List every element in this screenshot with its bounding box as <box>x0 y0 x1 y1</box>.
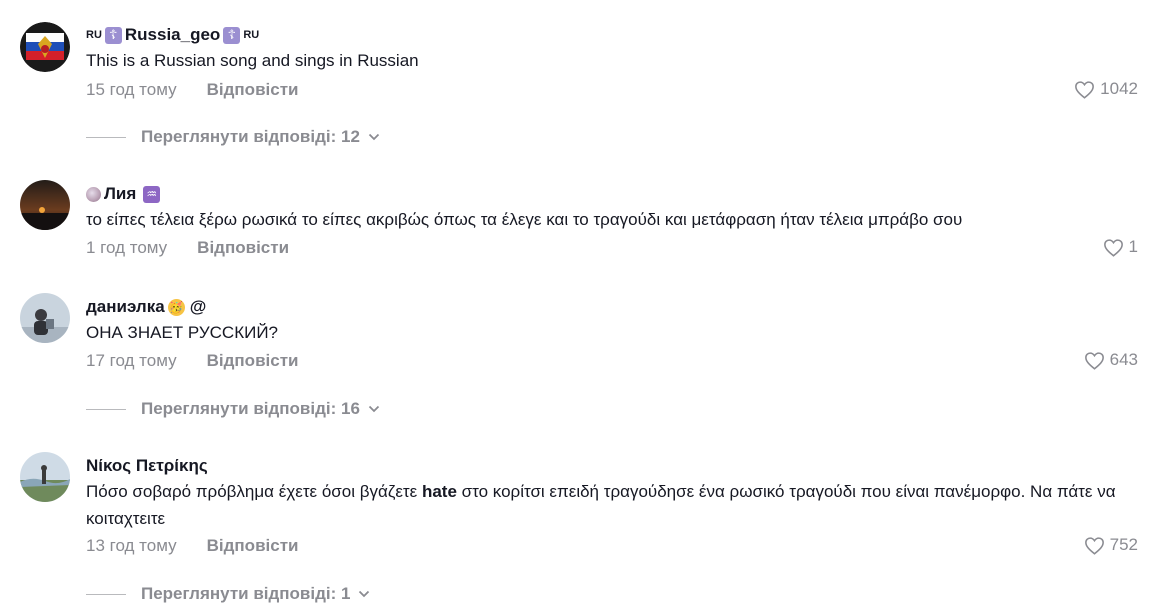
view-replies-button[interactable]: Переглянути відповіді: 12 <box>86 127 380 147</box>
comment-username[interactable]: RU ☦ Russia_geo ☦ RU <box>86 25 259 45</box>
avatar[interactable] <box>20 180 70 230</box>
like-button[interactable]: 1 <box>1103 237 1138 257</box>
divider-line <box>86 408 126 410</box>
like-count: 643 <box>1109 350 1138 369</box>
comment-text: ОНА ЗНАЕТ РУССКИЙ? <box>86 323 279 342</box>
reply-button[interactable]: Відповісти <box>207 536 299 556</box>
comment-username[interactable]: Νίκος Πετρίκης <box>86 456 208 476</box>
comment-username[interactable]: Лия ♒ <box>86 184 161 204</box>
username-text: Лия <box>104 184 137 203</box>
like-count: 1 <box>1128 237 1138 256</box>
username-text: даниэлка <box>86 297 165 316</box>
heart-outline-icon <box>1075 80 1095 99</box>
avatar[interactable] <box>20 452 70 502</box>
avatar[interactable] <box>20 22 70 72</box>
divider-line <box>86 593 126 595</box>
heart-outline-icon <box>1084 536 1104 555</box>
sunset-avatar <box>20 180 70 230</box>
comment-time: 15 год тому <box>86 80 177 99</box>
reply-button[interactable]: Відповісти <box>207 351 299 371</box>
comment-time: 13 год тому <box>86 536 177 555</box>
comment-meta: 17 год тому Відповісти <box>86 351 298 371</box>
party-face-emoji-icon: 🥳 <box>167 298 185 316</box>
orthodox-cross-icon: ☦ <box>223 26 241 44</box>
comment-text: το είπες τέλεια ξέρω ρωσικά το είπες ακρ… <box>86 210 963 229</box>
flag-prefix: RU <box>86 29 102 41</box>
heart-outline-icon <box>1084 351 1104 370</box>
view-replies-label: Переглянути відповіді: 1 <box>141 584 351 603</box>
chevron-down-icon <box>359 590 370 598</box>
view-replies-label: Переглянути відповіді: 12 <box>141 127 360 146</box>
username-suffix: @ <box>189 297 207 316</box>
username-text: Russia_geo <box>124 25 221 44</box>
like-button[interactable]: 643 <box>1084 350 1138 370</box>
divider-line <box>86 136 126 138</box>
chevron-down-icon <box>368 405 380 413</box>
person-avatar <box>20 293 70 343</box>
russia-coat-of-arms-avatar <box>20 22 70 72</box>
comment-meta: 1 год тому Відповісти <box>86 238 289 258</box>
flag-suffix: RU <box>243 29 260 41</box>
comment-time: 17 год тому <box>86 351 177 370</box>
view-replies-button[interactable]: Переглянути відповіді: 16 <box>86 399 380 419</box>
comment-meta: 15 год тому Відповісти <box>86 80 298 100</box>
comment-meta: 13 год тому Відповісти <box>86 536 298 556</box>
comment-username[interactable]: даниэлка 🥳 @ <box>86 297 206 317</box>
view-replies-button[interactable]: Переглянути відповіді: 1 <box>86 584 370 604</box>
orthodox-cross-icon: ☦ <box>104 26 122 44</box>
like-count: 752 <box>1109 535 1138 554</box>
like-count: 1042 <box>1100 79 1138 98</box>
comment-text: Πόσο σοβαρό πρόβλημα έχετε όσοι βγάζετε … <box>86 478 1131 532</box>
reply-button[interactable]: Відповісти <box>207 80 299 100</box>
username-text: Νίκος Πετρίκης <box>86 456 208 475</box>
aquarius-icon: ♒ <box>143 185 161 203</box>
view-replies-label: Переглянути відповіді: 16 <box>141 399 360 418</box>
chevron-down-icon <box>368 133 380 141</box>
like-button[interactable]: 752 <box>1084 535 1138 555</box>
comment-text: This is a Russian song and sings in Russ… <box>86 51 419 70</box>
landscape-avatar <box>20 452 70 502</box>
like-button[interactable]: 1042 <box>1074 79 1138 99</box>
comment-text-start: Πόσο σοβαρό πρόβλημα έχετε όσοι βγάζετε <box>86 482 422 501</box>
avatar[interactable] <box>20 293 70 343</box>
comment-time: 1 год тому <box>86 238 168 257</box>
shell-emoji-icon <box>86 186 101 202</box>
comment-text-bold: hate <box>421 482 457 501</box>
heart-outline-icon <box>1103 238 1123 257</box>
reply-button[interactable]: Відповісти <box>197 238 289 258</box>
